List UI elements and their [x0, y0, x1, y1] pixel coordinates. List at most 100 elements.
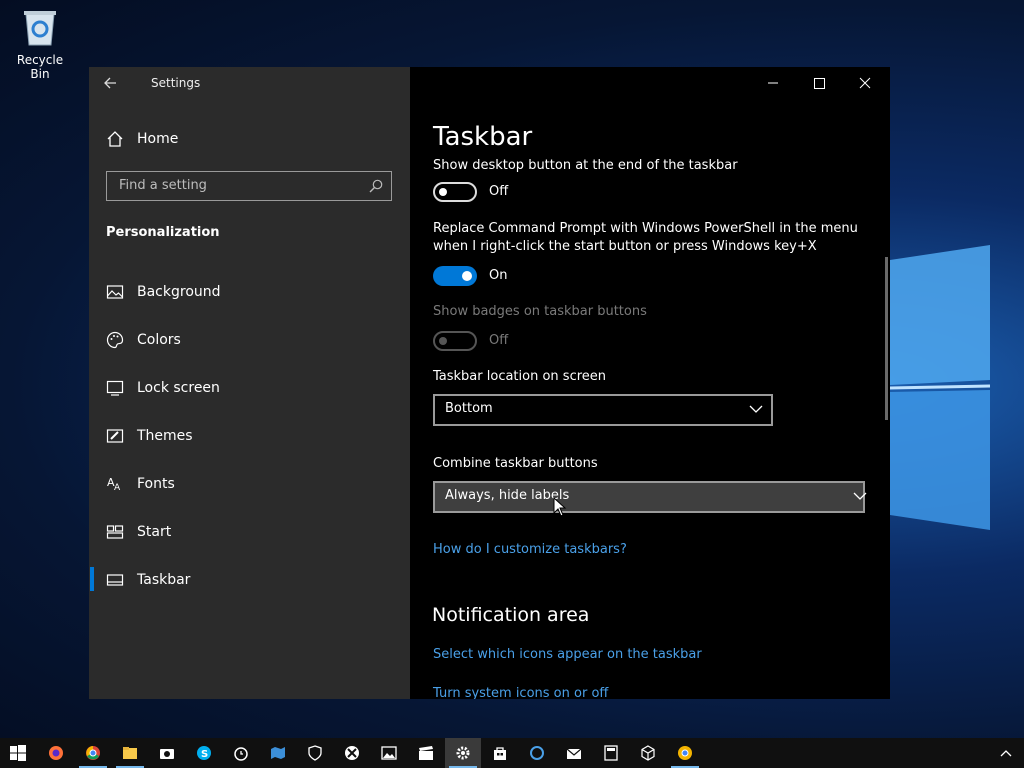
taskbar-firefox[interactable]: [38, 738, 74, 768]
taskbar-defender[interactable]: [297, 738, 333, 768]
badges-label: Show badges on taskbar buttons: [433, 304, 647, 319]
start-grid-icon: [106, 525, 124, 539]
font-icon: AA: [107, 476, 121, 493]
taskbar-chrome[interactable]: [75, 738, 111, 768]
taskbar-settings[interactable]: [445, 738, 481, 768]
combine-value: Always, hide labels: [445, 488, 570, 503]
sidebar-item-lock-screen[interactable]: Lock screen: [89, 368, 410, 408]
cortana-icon: [530, 746, 544, 760]
svg-text:A: A: [114, 483, 121, 493]
toggle-knob: [439, 337, 447, 345]
3d-viewer-icon: [641, 745, 655, 761]
chevron-down-icon: [749, 405, 763, 413]
picture-icon: [106, 285, 124, 299]
taskbar-photos[interactable]: [371, 738, 407, 768]
customize-taskbars-link[interactable]: How do I customize taskbars?: [433, 542, 627, 557]
sidebar-item-label: Colors: [137, 332, 181, 348]
defender-icon: [308, 745, 322, 761]
brush-icon: [106, 429, 124, 443]
select-icons-link[interactable]: Select which icons appear on the taskbar: [433, 647, 702, 662]
sidebar-item-taskbar[interactable]: Taskbar: [89, 560, 410, 600]
sidebar-item-start[interactable]: Start: [89, 512, 410, 552]
nav-home-label: Home: [137, 131, 179, 147]
taskbar-mail[interactable]: [556, 738, 592, 768]
start-icon: [10, 745, 26, 761]
close-icon: [859, 77, 871, 89]
minimize-button[interactable]: [750, 67, 796, 99]
taskbar-skype[interactable]: S: [186, 738, 222, 768]
maximize-icon: [814, 78, 825, 89]
skype-icon: S: [197, 746, 211, 760]
mouse-cursor-icon: [553, 497, 567, 517]
svg-text:S: S: [201, 749, 208, 760]
minimize-icon: [768, 82, 778, 84]
search-icon[interactable]: [369, 179, 383, 193]
settings-sidebar: Settings Home Personalization Background…: [89, 67, 410, 699]
chrome-canary-icon: [678, 746, 692, 760]
title-bar: Settings: [89, 67, 410, 101]
sidebar-item-label: Background: [137, 284, 221, 300]
recycle-bin-shortcut[interactable]: Recycle Bin: [6, 8, 74, 81]
photos-icon: [381, 746, 397, 760]
taskbar-movies[interactable]: [408, 738, 444, 768]
powershell-toggle[interactable]: [433, 266, 477, 286]
windows-logo-wallpaper: [889, 245, 991, 530]
system-icons-link[interactable]: Turn system icons on or off: [433, 686, 608, 699]
sidebar-item-themes[interactable]: Themes: [89, 416, 410, 456]
maximize-button[interactable]: [796, 67, 842, 99]
badges-state: Off: [489, 333, 509, 348]
location-dropdown[interactable]: Bottom: [433, 394, 773, 426]
home-icon: [107, 131, 123, 147]
toggle-knob: [439, 188, 447, 196]
monitor-lock-icon: [106, 380, 124, 396]
notification-area-heading: Notification area: [432, 604, 590, 626]
taskbar-cortana[interactable]: [519, 738, 555, 768]
powershell-label-line1: Replace Command Prompt with Windows Powe…: [433, 221, 858, 236]
maps-icon: [271, 747, 285, 759]
recycle-bin-icon: [24, 11, 56, 46]
sidebar-item-fonts[interactable]: AA Fonts: [89, 464, 410, 504]
sidebar-item-label: Start: [137, 524, 172, 540]
taskbar-store[interactable]: [482, 738, 518, 768]
mail-icon: [566, 748, 582, 759]
back-button[interactable]: [103, 75, 123, 95]
combine-dropdown[interactable]: Always, hide labels: [433, 481, 867, 513]
partial-link-clip: Turn system icons on or off: [410, 683, 880, 699]
taskbar-3d-viewer[interactable]: [630, 738, 666, 768]
show-desktop-toggle[interactable]: [433, 182, 477, 202]
scrollbar-thumb[interactable]: [885, 257, 888, 420]
toggle-knob: [462, 271, 472, 281]
xbox-icon: [345, 746, 359, 760]
calculator-icon: [604, 745, 618, 761]
sidebar-item-label: Taskbar: [137, 572, 191, 588]
taskbar-xbox[interactable]: [334, 738, 370, 768]
taskbar-calculator[interactable]: [593, 738, 629, 768]
sidebar-item-background[interactable]: Background: [89, 272, 410, 312]
taskbar-chrome-canary[interactable]: [667, 738, 703, 768]
camera-icon: [160, 749, 174, 759]
nav-home[interactable]: Home: [89, 119, 410, 159]
settings-icon: [456, 746, 470, 760]
file-explorer-icon: [123, 747, 137, 759]
page-title: Taskbar: [433, 122, 533, 152]
taskbar-maps[interactable]: [260, 738, 296, 768]
search-input[interactable]: [117, 177, 361, 194]
recycle-bin-label: Recycle Bin: [16, 53, 64, 81]
taskbar-icon: [106, 574, 124, 586]
show-hidden-icons-button[interactable]: [988, 738, 1024, 768]
start-button[interactable]: [0, 738, 36, 768]
partial-setting-clip: Show desktop button at the end of the ta…: [410, 159, 880, 179]
show-desktop-label: Show desktop button at the end of the ta…: [433, 159, 738, 173]
combine-label: Combine taskbar buttons: [433, 456, 598, 471]
chevron-up-icon: [1000, 750, 1012, 757]
close-button[interactable]: [842, 67, 888, 99]
taskbar-alarms[interactable]: [223, 738, 259, 768]
show-desktop-state: Off: [489, 184, 509, 199]
badges-toggle: [433, 331, 477, 351]
taskbar-file-explorer[interactable]: [112, 738, 148, 768]
sidebar-item-colors[interactable]: Colors: [89, 320, 410, 360]
sidebar-item-label: Fonts: [137, 476, 175, 492]
search-box[interactable]: [106, 171, 392, 201]
app-title: Settings: [151, 76, 201, 90]
taskbar-camera[interactable]: [149, 738, 185, 768]
